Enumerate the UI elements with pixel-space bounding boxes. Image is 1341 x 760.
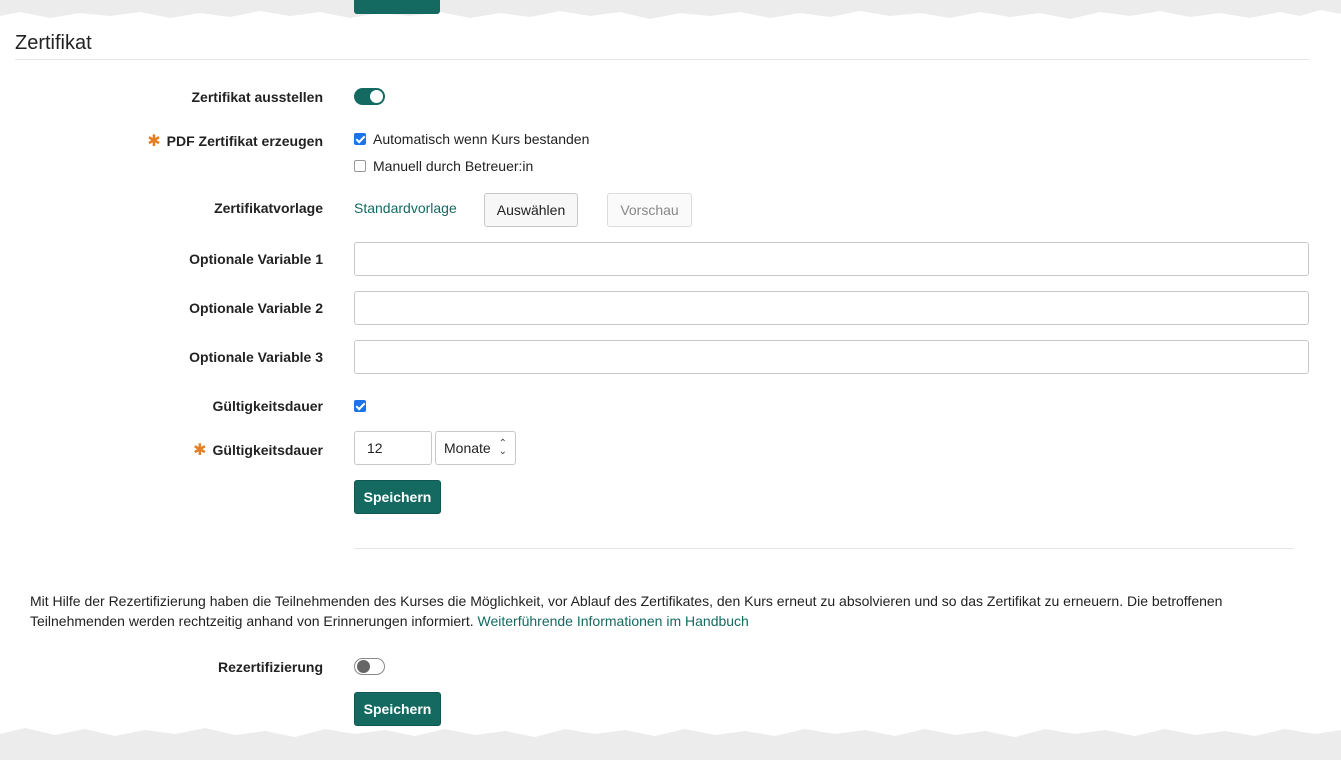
- save-recertification-button[interactable]: Speichern: [354, 692, 441, 726]
- auto-when-passed-checkbox[interactable]: [354, 133, 366, 145]
- validity-unit-select[interactable]: Monate ⌃ ⌄: [435, 431, 516, 465]
- section-divider: [15, 59, 1309, 60]
- previous-section-button-stub: [354, 0, 440, 14]
- torn-edge-bottom: [0, 728, 1341, 760]
- recertification-label: Rezertifizierung: [217, 659, 323, 675]
- manual-by-coach-checkbox[interactable]: [354, 160, 366, 172]
- section-separator: [354, 548, 1294, 549]
- template-standard-link[interactable]: Standardvorlage: [354, 200, 457, 216]
- template-label: Zertifikatvorlage: [214, 200, 323, 216]
- pdf-certificate-label: ✱ PDF Zertifikat erzeugen: [147, 131, 323, 151]
- validity-duration-label-text: Gültigkeitsdauer: [212, 442, 323, 458]
- pdf-certificate-label-text: PDF Zertifikat erzeugen: [166, 133, 323, 149]
- recertification-toggle[interactable]: [354, 658, 385, 675]
- save-certificate-button[interactable]: Speichern: [354, 480, 441, 514]
- torn-edge-top: [0, 0, 1341, 19]
- validity-checkbox[interactable]: [354, 400, 366, 412]
- toggle-knob: [357, 660, 370, 673]
- optional-variable-1-label: Optionale Variable 1: [189, 251, 323, 267]
- select-template-button[interactable]: Auswählen: [484, 193, 578, 227]
- manual-by-coach-label[interactable]: Manuell durch Betreuer:in: [373, 158, 533, 174]
- toggle-knob: [370, 90, 383, 103]
- issue-certificate-toggle[interactable]: [354, 88, 385, 105]
- required-asterisk-icon: ✱: [193, 442, 207, 459]
- preview-template-button[interactable]: Vorschau: [607, 193, 692, 227]
- recertification-info: Mit Hilfe der Rezertifizierung haben die…: [30, 591, 1270, 631]
- select-updown-icon: ⌃ ⌄: [498, 438, 507, 457]
- optional-variable-1-input[interactable]: [354, 242, 1309, 276]
- optional-variable-3-input[interactable]: [354, 340, 1309, 374]
- auto-when-passed-label[interactable]: Automatisch wenn Kurs bestanden: [373, 131, 589, 147]
- section-title: Zertifikat: [15, 32, 92, 54]
- validity-duration-label: ✱ Gültigkeitsdauer: [193, 440, 323, 460]
- required-asterisk-icon: ✱: [147, 133, 161, 150]
- validity-label: Gültigkeitsdauer: [212, 398, 323, 414]
- validity-unit-value: Monate: [444, 440, 491, 456]
- optional-variable-2-input[interactable]: [354, 291, 1309, 325]
- validity-duration-input[interactable]: 12: [354, 431, 432, 465]
- optional-variable-3-label: Optionale Variable 3: [189, 349, 323, 365]
- handbook-link[interactable]: Weiterführende Informationen im Handbuch: [478, 613, 749, 629]
- issue-certificate-label: Zertifikat ausstellen: [191, 89, 324, 105]
- optional-variable-2-label: Optionale Variable 2: [189, 300, 323, 316]
